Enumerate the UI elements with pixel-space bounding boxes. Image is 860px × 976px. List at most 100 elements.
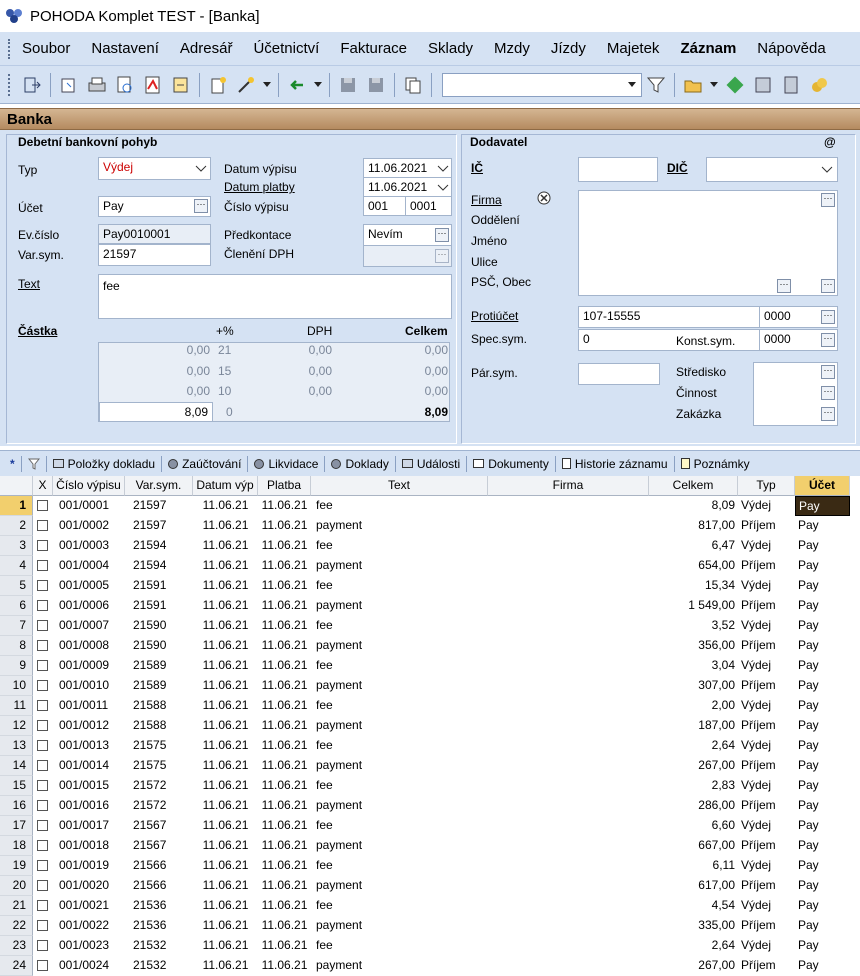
cell-cislo-vypisu[interactable]: 001/0003 xyxy=(53,536,125,556)
wizard-icon[interactable] xyxy=(236,75,256,95)
cell-ucet[interactable]: Pay xyxy=(795,756,850,776)
cell-typ[interactable]: Výdej xyxy=(738,736,795,756)
cell-typ[interactable]: Výdej xyxy=(738,896,795,916)
cell-ucet[interactable]: Pay xyxy=(795,696,850,716)
cell-cislo-vypisu[interactable]: 001/0007 xyxy=(53,616,125,636)
table-row[interactable]: 13 001/0013 21575 11.06.21 11.06.21 fee 2,64 Vý… xyxy=(0,736,860,756)
clear-address-icon[interactable] xyxy=(536,190,552,209)
row-checkbox[interactable] xyxy=(37,700,48,711)
cell-cislo-vypisu[interactable]: 001/0001 xyxy=(53,496,125,516)
cell-celkem[interactable]: 1 549,00 xyxy=(649,596,738,616)
cell-platba[interactable]: 11.06.21 xyxy=(258,676,311,696)
cell-typ[interactable]: Výdej xyxy=(738,816,795,836)
row-checkbox[interactable] xyxy=(37,920,48,931)
cell-text[interactable]: fee xyxy=(311,496,488,516)
cell-var-sym[interactable]: 21590 xyxy=(125,636,193,656)
row-checkbox[interactable] xyxy=(37,820,48,831)
cell-celkem[interactable]: 187,00 xyxy=(649,716,738,736)
cell-firma[interactable] xyxy=(488,776,649,796)
cell-ucet[interactable]: Pay xyxy=(795,916,850,936)
cell-datum-vypisu[interactable]: 11.06.21 xyxy=(193,656,258,676)
cell-text[interactable]: payment xyxy=(311,956,488,976)
varsym-field[interactable]: 21597 xyxy=(98,244,211,266)
table-row[interactable]: 6 001/0006 21591 11.06.21 11.06.21 payment 1 5… xyxy=(0,596,860,616)
tab-polozky[interactable]: Položky dokladu xyxy=(47,455,163,472)
cell-platba[interactable]: 11.06.21 xyxy=(258,796,311,816)
row-checkbox[interactable] xyxy=(37,580,48,591)
predkontace-ellipsis-button[interactable]: ··· xyxy=(435,228,449,242)
row-number[interactable]: 5 xyxy=(0,576,33,596)
menu-sklady[interactable]: Sklady xyxy=(428,40,473,57)
cell-ucet[interactable]: Pay xyxy=(795,876,850,896)
cell-platba[interactable]: 11.06.21 xyxy=(258,596,311,616)
cell-firma[interactable] xyxy=(488,536,649,556)
tab-zauctovani[interactable]: Zaúčtování xyxy=(162,455,249,472)
cell-platba[interactable]: 11.06.21 xyxy=(258,756,311,776)
row-checkbox[interactable] xyxy=(37,860,48,871)
cell-var-sym[interactable]: 21566 xyxy=(125,856,193,876)
cell-cislo-vypisu[interactable]: 001/0008 xyxy=(53,636,125,656)
cell-datum-vypisu[interactable]: 11.06.21 xyxy=(193,776,258,796)
cell-datum-vypisu[interactable]: 11.06.21 xyxy=(193,816,258,836)
row-number[interactable]: 22 xyxy=(0,916,33,936)
row-number[interactable]: 10 xyxy=(0,676,33,696)
cell-typ[interactable]: Výdej xyxy=(738,616,795,636)
cell-cislo-vypisu[interactable]: 001/0011 xyxy=(53,696,125,716)
cell-platba[interactable]: 11.06.21 xyxy=(258,776,311,796)
table-row[interactable]: 2 001/0002 21597 11.06.21 11.06.21 payment 817… xyxy=(0,516,860,536)
cell-typ[interactable]: Výdej xyxy=(738,856,795,876)
cell-platba[interactable]: 11.06.21 xyxy=(258,616,311,636)
cell-ucet[interactable]: Pay xyxy=(795,716,850,736)
cell-var-sym[interactable]: 21536 xyxy=(125,896,193,916)
cell-platba[interactable]: 11.06.21 xyxy=(258,836,311,856)
cell-cislo-vypisu[interactable]: 001/0016 xyxy=(53,796,125,816)
cell-platba[interactable]: 11.06.21 xyxy=(258,516,311,536)
bank-code-ellipsis-button[interactable]: ··· xyxy=(821,310,835,324)
cell-platba[interactable]: 11.06.21 xyxy=(258,716,311,736)
cell-datum-vypisu[interactable]: 11.06.21 xyxy=(193,596,258,616)
cell-cislo-vypisu[interactable]: 001/0019 xyxy=(53,856,125,876)
chevron-down-icon[interactable] xyxy=(821,165,833,175)
row-number[interactable]: 13 xyxy=(0,736,33,756)
tab-dokumenty[interactable]: Dokumenty xyxy=(467,455,556,472)
tab-star[interactable]: * xyxy=(4,455,22,472)
stredisko-ellipsis-button[interactable]: ··· xyxy=(821,365,835,379)
column-header-var-sym[interactable]: Var.sym. xyxy=(125,476,193,496)
cell-text[interactable]: fee xyxy=(311,696,488,716)
cell-platba[interactable]: 11.06.21 xyxy=(258,956,311,976)
dropdown-arrow-icon[interactable] xyxy=(263,82,271,87)
base-21[interactable]: 0,00 xyxy=(110,343,210,357)
table-row[interactable]: 23 001/0023 21532 11.06.21 11.06.21 fee 2,64 Vý… xyxy=(0,936,860,956)
cell-var-sym[interactable]: 21575 xyxy=(125,736,193,756)
cell-typ[interactable]: Výdej xyxy=(738,496,795,516)
cell-cislo-vypisu[interactable]: 001/0022 xyxy=(53,916,125,936)
row-checkbox[interactable] xyxy=(37,680,48,691)
cleneni-field[interactable]: ··· xyxy=(363,245,452,267)
column-header-datum-vypisu[interactable]: Datum výp xyxy=(193,476,258,496)
cell-cislo-vypisu[interactable]: 001/0009 xyxy=(53,656,125,676)
cell-celkem[interactable]: 617,00 xyxy=(649,876,738,896)
cell-typ[interactable]: Příjem xyxy=(738,636,795,656)
cell-celkem[interactable]: 6,11 xyxy=(649,856,738,876)
base-0-field[interactable]: 8,09 xyxy=(99,402,213,422)
base-10[interactable]: 0,00 xyxy=(110,384,210,398)
table-row[interactable]: 11 001/0011 21588 11.06.21 11.06.21 fee 2,00 Vý… xyxy=(0,696,860,716)
cell-firma[interactable] xyxy=(488,916,649,936)
table-row[interactable]: 8 001/0008 21590 11.06.21 11.06.21 payment 356… xyxy=(0,636,860,656)
print-preview-icon[interactable] xyxy=(115,75,135,95)
cell-var-sym[interactable]: 21589 xyxy=(125,656,193,676)
cell-var-sym[interactable]: 21594 xyxy=(125,536,193,556)
cell-celkem[interactable]: 6,47 xyxy=(649,536,738,556)
print-icon[interactable] xyxy=(87,75,107,95)
cell-ucet[interactable]: Pay xyxy=(795,796,850,816)
chevron-down-icon[interactable] xyxy=(437,183,449,193)
address-ellipsis-button[interactable]: ··· xyxy=(821,193,835,207)
cell-cislo-vypisu[interactable]: 001/0004 xyxy=(53,556,125,576)
cell-text[interactable]: fee xyxy=(311,536,488,556)
text-area[interactable]: fee xyxy=(98,274,452,319)
cell-cislo-vypisu[interactable]: 001/0006 xyxy=(53,596,125,616)
table-row[interactable]: 18 001/0018 21567 11.06.21 11.06.21 payment 66… xyxy=(0,836,860,856)
row-checkbox[interactable] xyxy=(37,960,48,971)
cell-text[interactable]: payment xyxy=(311,556,488,576)
cell-var-sym[interactable]: 21591 xyxy=(125,576,193,596)
